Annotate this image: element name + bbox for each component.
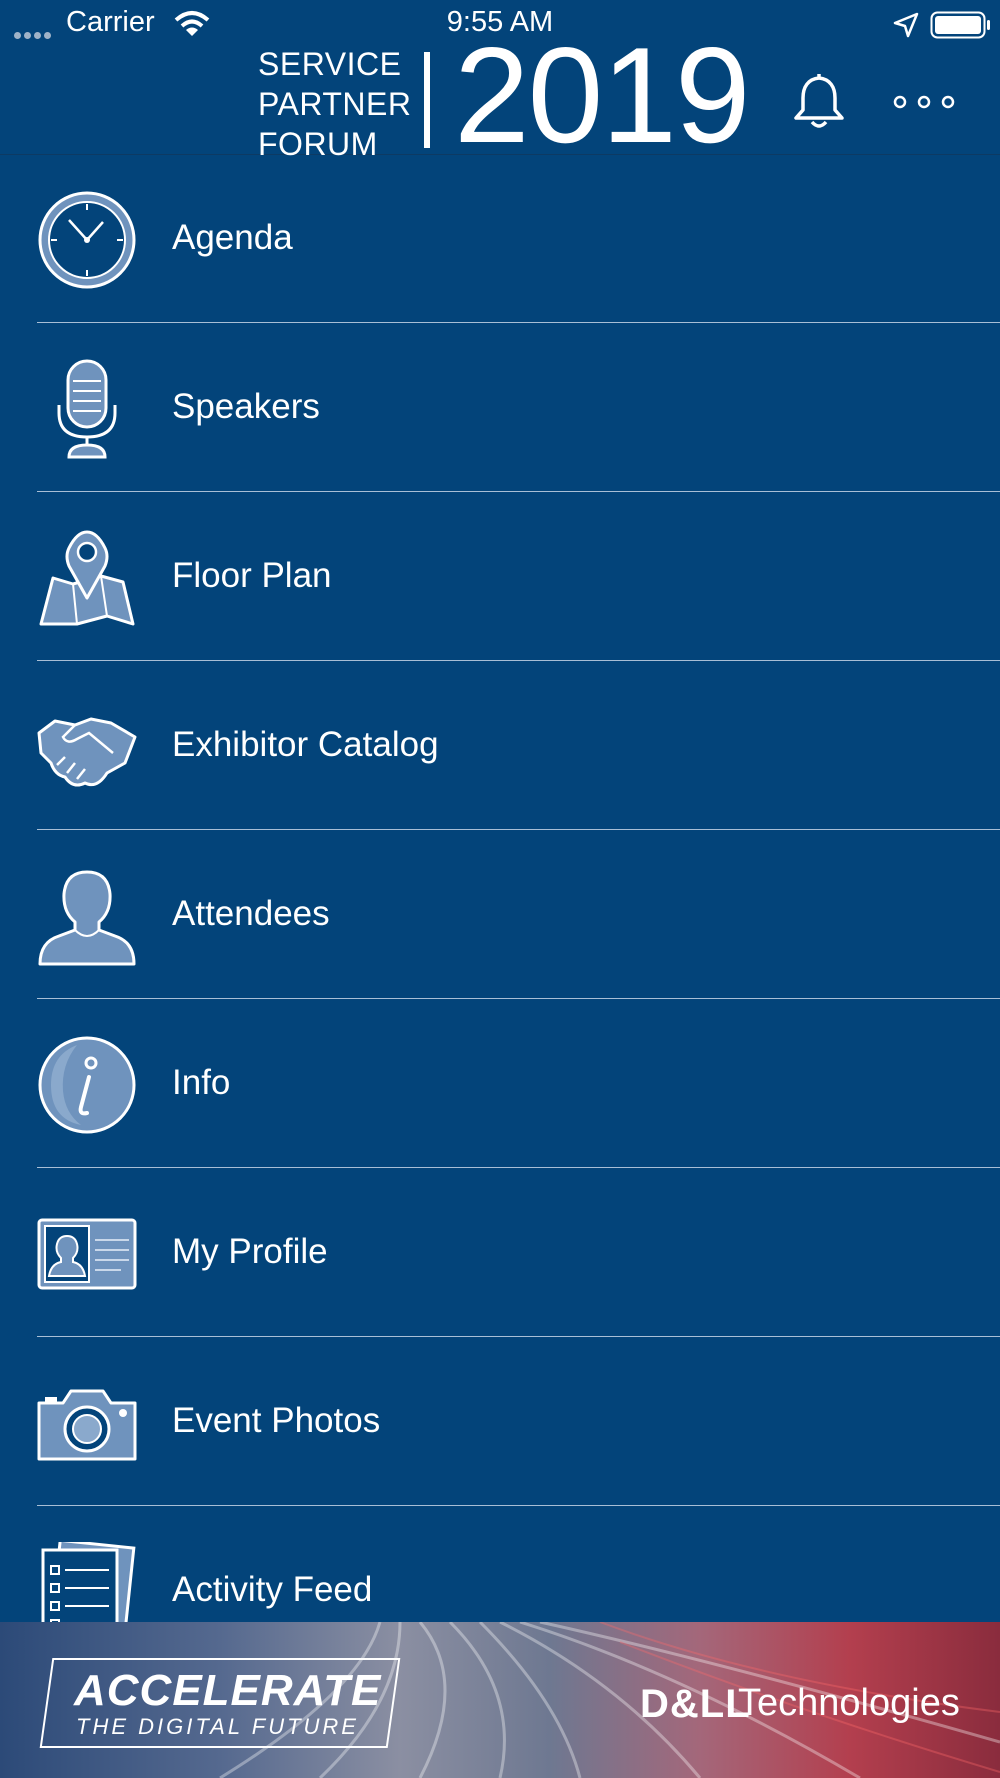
app-header: SERVICE PARTNER FORUM 2019	[0, 27, 1000, 163]
main-menu: Agenda Speakers Floor Plan Exhibitor Cat…	[0, 154, 1000, 1622]
handshake-icon	[37, 717, 137, 787]
menu-item-label: My Profile	[172, 1232, 328, 1271]
battery-icon	[930, 11, 990, 39]
info-icon	[38, 1036, 136, 1134]
menu-item-event-photos[interactable]: Event Photos	[37, 1337, 1000, 1506]
promo-banner[interactable]: ACCELERATE THE DIGITAL FUTURE D&LL Techn…	[0, 1622, 1000, 1778]
bell-icon[interactable]	[790, 70, 848, 132]
menu-item-attendees[interactable]: Attendees	[37, 830, 1000, 999]
logo-year: 2019	[454, 19, 751, 171]
more-icon[interactable]	[892, 94, 956, 110]
menu-item-activity-feed[interactable]: Activity Feed	[37, 1506, 1000, 1622]
menu-item-label: Event Photos	[172, 1401, 381, 1440]
menu-item-speakers[interactable]: Speakers	[37, 323, 1000, 492]
technologies-logo: Technologies	[738, 1682, 960, 1724]
clock-icon	[38, 191, 136, 289]
menu-item-label: Attendees	[172, 894, 330, 933]
menu-item-floor-plan[interactable]: Floor Plan	[37, 492, 1000, 661]
location-arrow-icon	[893, 12, 919, 38]
logo-words: SERVICE PARTNER FORUM	[258, 44, 411, 164]
banner-title: ACCELERATE	[74, 1666, 382, 1715]
menu-item-label: Speakers	[172, 387, 320, 426]
logo-word: PARTNER	[258, 86, 412, 122]
menu-item-label: Info	[172, 1063, 231, 1102]
event-logo: SERVICE PARTNER FORUM 2019	[258, 27, 751, 163]
id-card-icon	[37, 1218, 137, 1290]
menu-item-label: Activity Feed	[172, 1570, 373, 1609]
menu-item-agenda[interactable]: Agenda	[37, 154, 1000, 323]
menu-item-label: Exhibitor Catalog	[172, 725, 439, 764]
menu-item-label: Floor Plan	[172, 556, 332, 595]
document-icon	[41, 1542, 136, 1622]
logo-word: SERVICE	[258, 46, 402, 82]
menu-item-label: Agenda	[172, 218, 293, 257]
map-pin-icon	[39, 530, 135, 626]
menu-item-exhibitor-catalog[interactable]: Exhibitor Catalog	[37, 661, 1000, 830]
menu-item-my-profile[interactable]: My Profile	[37, 1168, 1000, 1337]
camera-icon	[37, 1389, 137, 1461]
banner-subtitle: THE DIGITAL FUTURE	[76, 1714, 359, 1739]
microphone-icon	[57, 359, 117, 459]
logo-divider	[424, 52, 430, 148]
dell-logo: D&LL	[640, 1682, 751, 1726]
menu-item-info[interactable]: Info	[37, 999, 1000, 1168]
person-icon	[38, 870, 136, 966]
